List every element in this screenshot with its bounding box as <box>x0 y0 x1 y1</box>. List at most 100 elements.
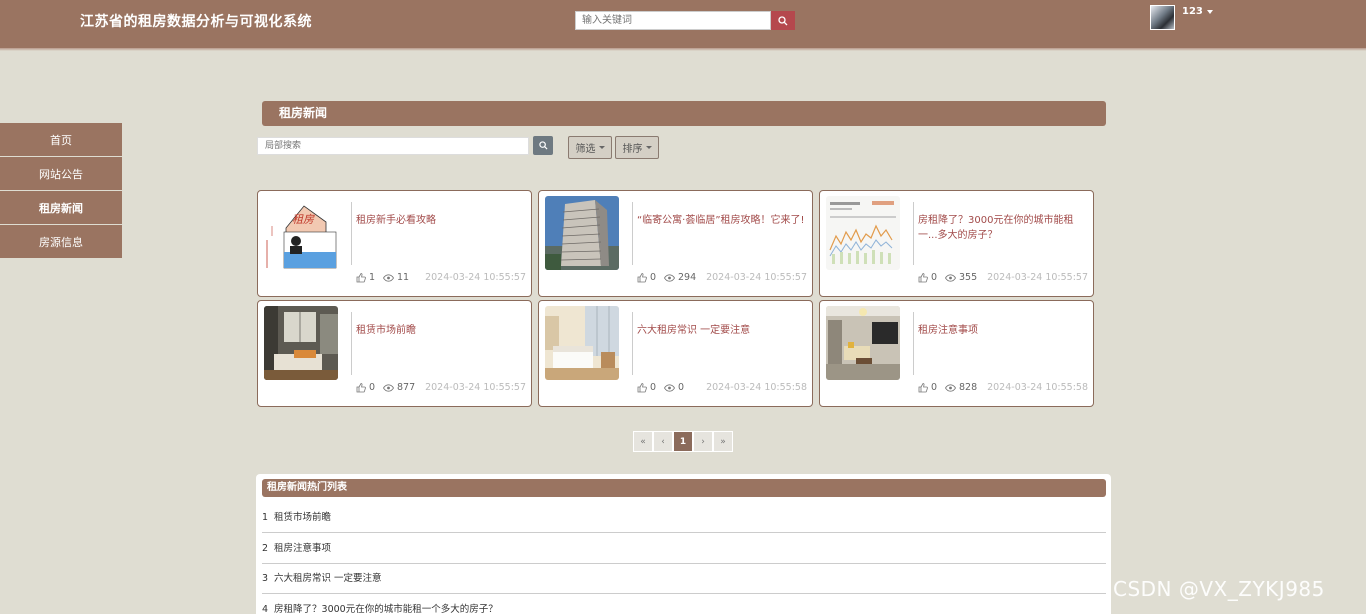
section-title: 租房新闻 <box>262 101 1106 126</box>
search-input[interactable] <box>575 11 771 30</box>
hot-title: 房租降了？3000元在你的城市能租一个多大的房子？ <box>274 604 498 614</box>
news-title[interactable]: 租房注意事项 <box>918 323 1090 338</box>
pagination: « ‹ 1 › » <box>633 431 733 452</box>
card-divider <box>913 202 914 265</box>
view-count: 294 <box>664 272 696 283</box>
like-count[interactable]: 0 <box>637 382 656 393</box>
view-value: 0 <box>678 382 685 393</box>
avatar[interactable] <box>1150 5 1175 30</box>
svg-text:租房: 租房 <box>292 213 315 226</box>
like-count[interactable]: 0 <box>637 272 656 283</box>
caret-down-icon[interactable] <box>1207 10 1213 14</box>
hot-list-title: 租房新闻热门列表 <box>262 479 1106 497</box>
news-card[interactable]: 租赁市场前瞻 0 877 2024-03-24 10:55:57 <box>257 300 532 407</box>
eye-icon <box>945 273 956 282</box>
like-value: 1 <box>369 272 376 283</box>
eye-icon <box>945 383 956 392</box>
caret-down-icon <box>645 146 652 149</box>
news-title[interactable]: 六大租房常识 一定要注意 <box>637 323 809 338</box>
card-footer: 0 355 2024-03-24 10:55:57 <box>918 272 1090 284</box>
thumbs-up-icon <box>918 382 928 392</box>
news-card[interactable]: “临寄公寓·荟临居”租房攻略！它来了! 0 294 2024-03-24 10:… <box>538 190 813 297</box>
news-title[interactable]: 租赁市场前瞻 <box>356 323 528 338</box>
hot-list-item[interactable]: 1 租赁市场前瞻 <box>262 503 1106 533</box>
like-count[interactable]: 0 <box>356 382 375 393</box>
news-card[interactable]: 房租降了？3000元在你的城市能租一...多大的房子？ 0 355 2024-0… <box>819 190 1094 297</box>
like-count[interactable]: 0 <box>918 272 937 283</box>
local-search-button[interactable] <box>533 136 553 155</box>
card-divider <box>351 202 352 265</box>
like-value: 0 <box>650 382 657 393</box>
sort-label: 排序 <box>622 144 643 155</box>
hot-list-item[interactable]: 3 六大租房常识 一定要注意 <box>262 564 1106 594</box>
page-current-button[interactable]: 1 <box>673 431 693 452</box>
card-divider <box>632 202 633 265</box>
hot-list-item[interactable]: 2 租房注意事项 <box>262 534 1106 564</box>
eye-icon <box>664 273 675 282</box>
news-thumbnail[interactable] <box>545 306 619 380</box>
card-divider <box>913 312 914 375</box>
like-count[interactable]: 1 <box>356 272 375 283</box>
hot-title: 租赁市场前瞻 <box>274 512 332 523</box>
news-thumbnail[interactable] <box>264 306 338 380</box>
sidebar-item-listings[interactable]: 房源信息 <box>0 225 122 258</box>
news-thumbnail[interactable] <box>545 196 619 270</box>
hot-rank: 4 <box>262 604 269 614</box>
hot-title: 租房注意事项 <box>274 543 332 554</box>
view-count: 828 <box>945 382 977 393</box>
news-thumbnail[interactable] <box>826 196 900 270</box>
news-title[interactable]: 房租降了？3000元在你的城市能租一...多大的房子？ <box>918 213 1090 243</box>
user-name[interactable]: 123 <box>1182 6 1203 17</box>
hot-list-panel: 租房新闻热门列表 1 租赁市场前瞻 2 租房注意事项 3 六大租房常识 一定要注… <box>256 474 1111 614</box>
local-search-input[interactable] <box>257 137 529 155</box>
filter-label: 筛选 <box>575 144 596 155</box>
publish-date: 2024-03-24 10:55:57 <box>425 272 526 283</box>
news-title[interactable]: “临寄公寓·荟临居”租房攻略！它来了! <box>637 213 809 228</box>
publish-date: 2024-03-24 10:55:58 <box>706 382 807 393</box>
view-value: 355 <box>959 272 978 283</box>
like-value: 0 <box>369 382 376 393</box>
sort-button[interactable]: 排序 <box>615 136 659 159</box>
sidebar-item-news[interactable]: 租房新闻 <box>0 191 122 224</box>
view-value: 11 <box>397 272 410 283</box>
header-shadow <box>0 48 1366 51</box>
hot-list-item[interactable]: 4 房租降了？3000元在你的城市能租一个多大的房子？ <box>262 595 1106 614</box>
news-card[interactable]: 租房注意事项 0 828 2024-03-24 10:55:58 <box>819 300 1094 407</box>
thumbs-up-icon <box>637 272 647 282</box>
news-card[interactable]: 租房 租房新手必看攻略 1 11 2024-03-24 10:55:57 <box>257 190 532 297</box>
view-value: 828 <box>959 382 978 393</box>
search-button[interactable] <box>771 11 795 30</box>
top-header: 江苏省的租房数据分析与可视化系统 123 <box>0 0 1366 48</box>
card-footer: 0 828 2024-03-24 10:55:58 <box>918 382 1090 394</box>
hot-title: 六大租房常识 一定要注意 <box>274 573 382 584</box>
sidebar: 首页 网站公告 租房新闻 房源信息 <box>0 123 122 259</box>
view-value: 877 <box>397 382 416 393</box>
page-prev-button[interactable]: ‹ <box>653 431 673 452</box>
news-thumbnail[interactable] <box>826 306 900 380</box>
like-value: 0 <box>931 382 938 393</box>
news-thumbnail[interactable]: 租房 <box>264 196 338 270</box>
card-divider <box>351 312 352 375</box>
card-footer: 0 0 2024-03-24 10:55:58 <box>637 382 809 394</box>
view-count: 355 <box>945 272 977 283</box>
view-count: 0 <box>664 382 684 393</box>
publish-date: 2024-03-24 10:55:57 <box>706 272 807 283</box>
sidebar-item-home[interactable]: 首页 <box>0 123 122 156</box>
like-value: 0 <box>931 272 938 283</box>
thumbs-up-icon <box>356 382 366 392</box>
filter-button[interactable]: 筛选 <box>568 136 612 159</box>
like-count[interactable]: 0 <box>918 382 937 393</box>
card-footer: 0 877 2024-03-24 10:55:57 <box>356 382 528 394</box>
view-value: 294 <box>678 272 697 283</box>
page-first-button[interactable]: « <box>633 431 653 452</box>
page-next-button[interactable]: › <box>693 431 713 452</box>
sidebar-item-notices[interactable]: 网站公告 <box>0 157 122 190</box>
eye-icon <box>664 383 675 392</box>
caret-down-icon <box>598 146 605 149</box>
news-card[interactable]: 六大租房常识 一定要注意 0 0 2024-03-24 10:55:58 <box>538 300 813 407</box>
page-last-button[interactable]: » <box>713 431 733 452</box>
card-divider <box>632 312 633 375</box>
news-title[interactable]: 租房新手必看攻略 <box>356 213 528 228</box>
thumbs-up-icon <box>637 382 647 392</box>
search-icon <box>778 15 788 25</box>
